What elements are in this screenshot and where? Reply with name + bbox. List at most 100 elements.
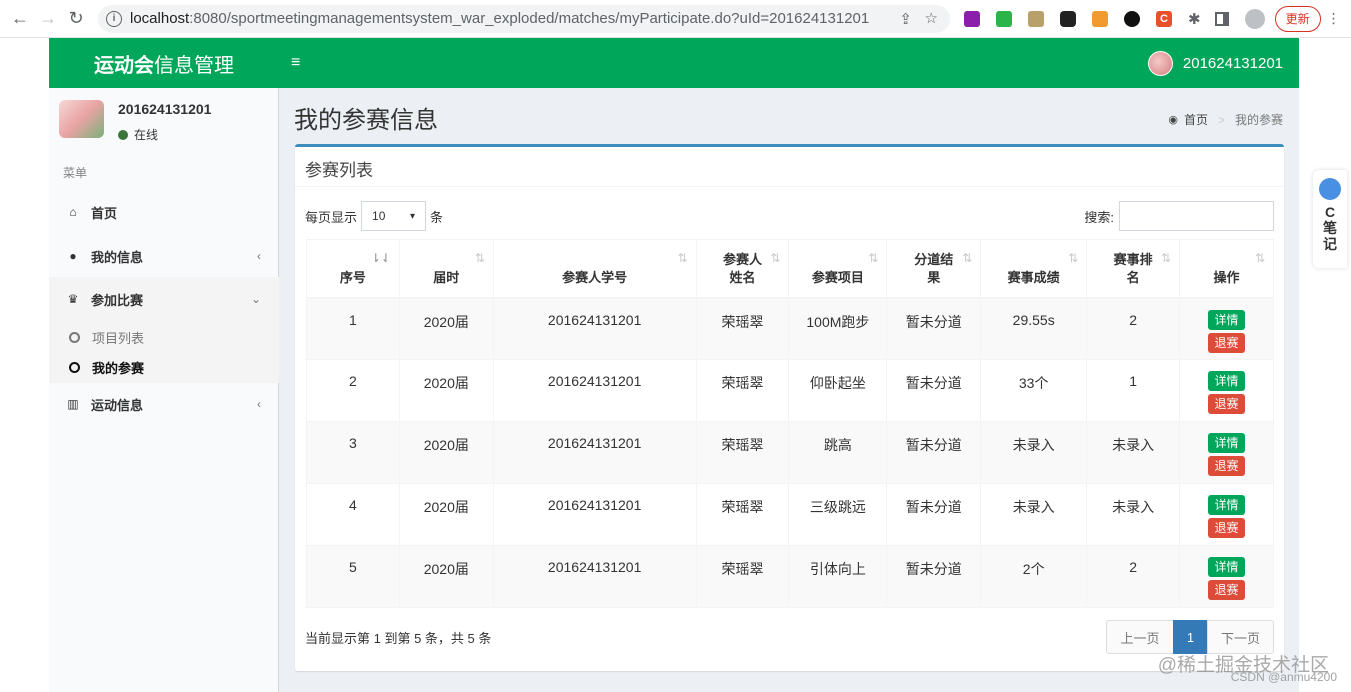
search-control: 搜索: — [1084, 201, 1274, 231]
table-cell: 2020届 — [398, 483, 494, 546]
table-cell: 荣瑶翠 — [695, 545, 790, 608]
table-cell: 未录入 — [1086, 421, 1181, 484]
actions-cell: 详情 退赛 — [1179, 545, 1274, 608]
table-cell: 引体向上 — [788, 545, 888, 608]
sidebar-item-my-info[interactable]: ● 我的信息 ‹ — [49, 234, 279, 278]
profile-avatar-icon[interactable] — [1244, 8, 1265, 29]
extension-rp-icon[interactable] — [964, 10, 980, 27]
update-button[interactable]: 更新 — [1274, 5, 1321, 32]
back-arrow-icon[interactable]: ← — [6, 5, 34, 33]
chevron-left-icon: ‹ — [257, 249, 261, 263]
site-info-icon[interactable]: i — [106, 10, 122, 27]
extension-vip-icon[interactable] — [1092, 10, 1108, 27]
participation-box: 参赛列表 每页显示 10 ▾ 条 搜索: 序号 ⇂⇃ 届时 ⇅ 参赛人学号 ⇅ 参赛人… — [295, 144, 1284, 671]
withdraw-button[interactable]: 退赛 — [1208, 394, 1246, 414]
table-cell: 暂未分道 — [886, 297, 982, 360]
page-1-button[interactable]: 1 — [1173, 620, 1208, 654]
extensions-bar: C ✱ 更新 ⋮ — [964, 5, 1341, 32]
notes-widget[interactable]: C笔记 — [1313, 170, 1347, 268]
detail-button[interactable]: 详情 — [1208, 371, 1246, 391]
sidebar-item-home[interactable]: ⌂ 首页 — [49, 190, 279, 234]
table-cell: 荣瑶翠 — [695, 297, 790, 360]
column-header-name[interactable]: 参赛人姓名 ⇅ — [695, 239, 790, 299]
sort-icon: ⇅ — [1160, 251, 1172, 265]
main-header: 运动会 信息管理 ≡ 201624131201 — [49, 38, 1299, 88]
home-icon: ⌂ — [69, 205, 77, 219]
table-cell: 5 — [306, 545, 400, 608]
submenu-item-my-participation[interactable]: 我的参赛 — [69, 357, 144, 377]
column-header-rank[interactable]: 赛事排名 ⇅ — [1086, 239, 1181, 299]
chevron-down-icon: ▾ — [409, 210, 416, 222]
breadcrumb: ◉ 首页 > 我的参赛 — [1168, 111, 1283, 128]
sidebar-item-label: 参加比赛 — [91, 292, 144, 308]
logo[interactable]: 运动会 信息管理 — [49, 38, 279, 88]
sidebar-item-competitions[interactable]: ♛ 参加比赛 ⌄ — [49, 277, 279, 321]
detail-button[interactable]: 详情 — [1208, 557, 1246, 577]
next-page-button[interactable]: 下一页 — [1207, 620, 1274, 654]
withdraw-button[interactable]: 退赛 — [1208, 518, 1246, 538]
sidebar-item-label: 我的信息 — [91, 249, 144, 265]
search-input[interactable] — [1119, 201, 1274, 231]
column-header-score[interactable]: 赛事成绩 ⇅ — [980, 239, 1088, 299]
table-cell: 201624131201 — [492, 483, 697, 546]
table-cell: 2020届 — [398, 545, 494, 608]
column-header-event[interactable]: 参赛项目 ⇅ — [788, 239, 888, 299]
watermark-csdn: CSDN @anmu4200 — [1230, 670, 1337, 684]
table-cell: 2 — [1086, 545, 1181, 608]
sort-asc-icon: ⇂⇃ — [370, 251, 391, 265]
detail-button[interactable]: 详情 — [1208, 309, 1246, 330]
column-header-lane[interactable]: 分道结果 ⇅ — [886, 239, 982, 299]
extension-bot-icon[interactable] — [1060, 10, 1076, 27]
prev-page-button[interactable]: 上一页 — [1106, 620, 1174, 654]
withdraw-button[interactable]: 退赛 — [1208, 580, 1246, 600]
actions-cell: 详情 退赛 — [1179, 421, 1274, 484]
submenu-item-project-list[interactable]: 项目列表 — [69, 327, 144, 347]
page-title: 我的参赛信息 — [294, 107, 438, 134]
actions-cell: 详情 退赛 — [1179, 359, 1274, 422]
user-icon: ● — [69, 249, 77, 263]
header-username: 201624131201 — [1182, 55, 1283, 72]
submenu-item-label: 项目列表 — [92, 330, 145, 346]
header-label: 序号 — [339, 270, 366, 286]
extensions-puzzle-icon[interactable]: ✱ — [1188, 10, 1201, 28]
extension-c-icon[interactable]: C — [1156, 10, 1172, 27]
bookmark-star-icon[interactable]: ☆ — [925, 9, 938, 27]
table-cell: 2020届 — [398, 421, 494, 484]
column-header-index[interactable]: 序号 ⇂⇃ — [306, 239, 400, 299]
column-header-session[interactable]: 届时 ⇅ — [398, 239, 494, 299]
table-cell: 1 — [1086, 359, 1181, 422]
user-menu[interactable]: 201624131201 — [1147, 51, 1283, 76]
header-label: 参赛项目 — [811, 270, 864, 286]
column-header-actions[interactable]: 操作 ⇅ — [1179, 239, 1274, 299]
breadcrumb-home-link[interactable]: 首页 — [1184, 111, 1208, 128]
extension-chat-icon[interactable] — [996, 10, 1012, 27]
forward-arrow-icon[interactable]: → — [34, 5, 62, 33]
status-dot-icon — [118, 129, 128, 140]
page-length-value: 10 — [372, 209, 386, 223]
chevron-down-icon: ⌄ — [250, 292, 261, 306]
table-row: 3 2020届 201624131201 荣瑶翠 跳高 暂未分道 未录入 未录入 详情 退赛 — [306, 421, 1274, 484]
sidebar-item-sports-info[interactable]: ▥ 运动信息 ‹ — [49, 382, 279, 426]
notes-widget-label: C笔记 — [1323, 204, 1337, 252]
share-icon[interactable]: ⇪ — [899, 10, 912, 28]
column-header-student-id[interactable]: 参赛人学号 ⇅ — [492, 239, 697, 299]
address-bar[interactable]: i localhost:8080/sportmeetingmanagements… — [98, 4, 950, 33]
length-prefix: 每页显示 — [305, 209, 358, 225]
page-length-select[interactable]: 10 ▾ — [361, 201, 427, 231]
logo-bold-text: 运动会 — [94, 54, 154, 77]
participation-table: 序号 ⇂⇃ 届时 ⇅ 参赛人学号 ⇅ 参赛人姓名 ⇅ 参赛项目 ⇅ 分道结果 ⇅ 赛事成绩 ⇅… — [306, 239, 1274, 608]
sidebar-toggle-icon[interactable]: ≡ — [291, 54, 305, 72]
box-header: 参赛列表 — [295, 147, 1284, 187]
withdraw-button[interactable]: 退赛 — [1208, 456, 1246, 476]
detail-button[interactable]: 详情 — [1208, 433, 1246, 453]
detail-button[interactable]: 详情 — [1208, 495, 1246, 515]
extension-image-icon[interactable] — [1028, 10, 1044, 27]
actions-cell: 详情 退赛 — [1179, 483, 1274, 546]
withdraw-button[interactable]: 退赛 — [1208, 332, 1246, 353]
reload-icon[interactable]: ↻ — [62, 5, 90, 33]
extension-infinity-icon[interactable] — [1124, 10, 1140, 27]
header-label: 分道结果 — [914, 252, 954, 286]
sidebar-item-label: 运动信息 — [91, 397, 144, 413]
more-menu-icon[interactable]: ⋮ — [1327, 10, 1341, 27]
side-panel-icon[interactable] — [1214, 11, 1229, 26]
